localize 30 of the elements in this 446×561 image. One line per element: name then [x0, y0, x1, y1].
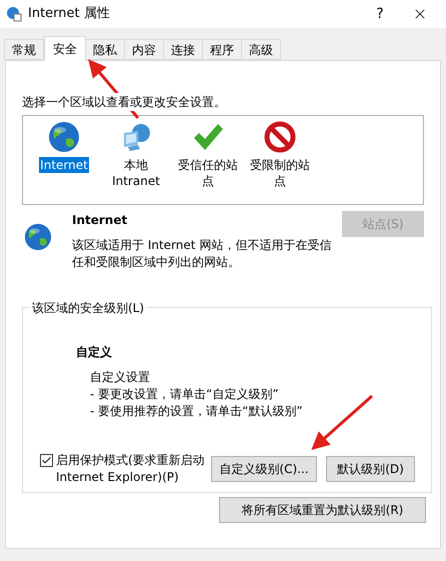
level-hint: - 要使用推荐的设置，请单击“默认级别” — [90, 403, 304, 420]
tab[interactable]: 内容 — [124, 39, 164, 60]
globe-page-icon — [6, 6, 22, 22]
zone-item[interactable]: Internet — [39, 157, 89, 173]
group-legend: 该区域的安全级别(L) — [29, 299, 148, 317]
zone-title: Internet — [72, 212, 128, 229]
window-title: Internet 属性 — [28, 5, 110, 24]
checkbox-label: 启用保护模式(要求重新启动 Internet Explorer)(P) — [56, 452, 206, 486]
level-heading: 自定义设置 — [90, 369, 151, 386]
level-name: 自定义 — [76, 344, 113, 361]
default-level-button[interactable]: 默认级别(D) — [326, 456, 415, 482]
reset-all-button[interactable]: 将所有区域重置为默认级别(R) — [219, 497, 426, 523]
tab[interactable]: 安全 — [44, 36, 86, 61]
tab[interactable]: 连接 — [163, 39, 203, 60]
help-button[interactable]: ? — [366, 2, 394, 26]
annotation-arrow — [311, 394, 373, 450]
globe-icon — [24, 223, 52, 251]
tab[interactable]: 程序 — [202, 39, 242, 60]
no-entry-icon — [264, 121, 296, 153]
zone-item[interactable]: 受信任的站点 — [177, 157, 239, 189]
zone-description: 该区域适用于 Internet 网站，但不适用于在受信任和受限制区域中列出的网站。 — [72, 237, 332, 271]
tab[interactable]: 常规 — [4, 39, 44, 60]
zone-item[interactable]: 本地 Intranet — [105, 157, 167, 189]
checkbox[interactable] — [40, 454, 53, 467]
tab[interactable]: 高级 — [241, 39, 281, 60]
custom-level-button[interactable]: 自定义级别(C)... — [211, 456, 317, 482]
tab[interactable]: 隐私 — [85, 39, 125, 60]
globe-icon — [48, 121, 80, 153]
level-hint: - 要更改设置，请单击“自定义级别” — [90, 386, 280, 403]
zone-item[interactable]: 受限制的站点 — [249, 157, 311, 189]
